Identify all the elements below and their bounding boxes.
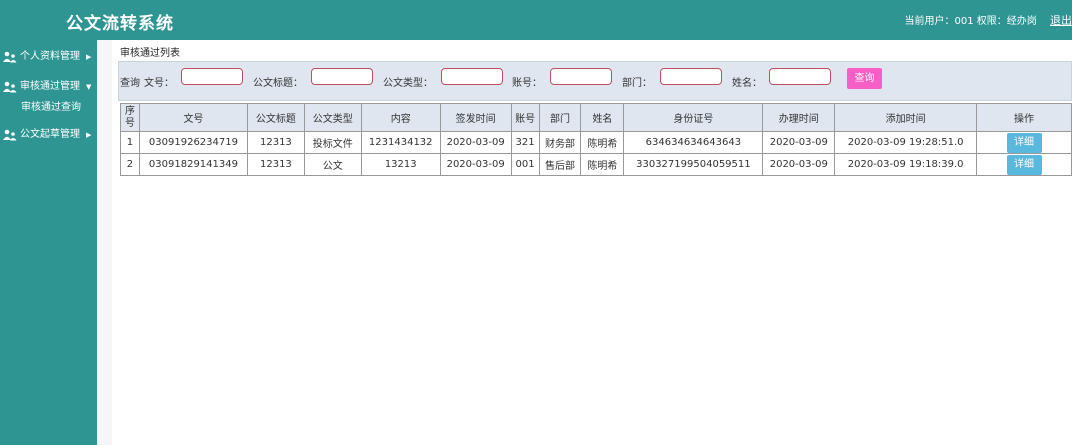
- column-header: 签发时间: [439, 103, 512, 132]
- name-input[interactable]: [769, 68, 831, 85]
- table-row: 2 03091829141349 12313 公文 13213 2020-03-…: [120, 153, 1072, 176]
- cell-account: 321: [510, 131, 540, 154]
- dept-label: 部门：: [622, 78, 652, 89]
- cell-no: 1: [120, 131, 140, 154]
- cell-name: 陈明希: [580, 131, 625, 154]
- column-header: 公文类型: [303, 103, 362, 132]
- main-content: 审核通过列表 查询 文号： 公文标题： 公文类型： 账号： 部门： 姓名： 查询…: [113, 40, 1072, 445]
- cell-account: 001: [510, 153, 540, 176]
- column-header: 账号: [510, 103, 540, 132]
- doc-type-input[interactable]: [441, 68, 503, 85]
- cell-issue-time: 2020-03-09: [439, 153, 512, 176]
- cell-name: 陈明希: [580, 153, 625, 176]
- cell-type: 投标文件: [303, 131, 362, 154]
- doc-no-label: 文号：: [144, 78, 174, 89]
- section-title: 审核通过列表: [120, 48, 180, 59]
- user-info-area: 当前用户：001 权限：经办岗 退出: [905, 12, 1072, 28]
- cell-handle-time: 2020-03-09: [762, 131, 836, 154]
- user-group-icon: [3, 81, 17, 93]
- cell-doc-no: 03091829141349: [138, 153, 248, 176]
- column-header: 公文标题: [246, 103, 305, 132]
- user-group-icon: [3, 129, 17, 141]
- cell-dept: 财务部: [538, 131, 582, 154]
- sidebar-gap: [97, 40, 112, 445]
- cell-doc-no: 03091926234719: [138, 131, 248, 154]
- column-header: 办理时间: [762, 103, 836, 132]
- results-table: 序号 文号 公文标题 公文类型 内容 签发时间 账号 部门 姓名 身份证号 办理…: [120, 103, 1072, 176]
- cell-title: 12313: [246, 153, 305, 176]
- table-header-row: 序号 文号 公文标题 公文类型 内容 签发时间 账号 部门 姓名 身份证号 办理…: [120, 103, 1072, 132]
- chevron-right-icon: ▶: [86, 131, 92, 139]
- column-header: 文号: [138, 103, 248, 132]
- table-row: 1 03091926234719 12313 投标文件 1231434132 2…: [120, 131, 1072, 154]
- cell-issue-time: 2020-03-09: [439, 131, 512, 154]
- cell-add-time: 2020-03-09 19:18:39.0: [834, 153, 978, 176]
- doc-type-label: 公文类型：: [383, 78, 433, 89]
- filter-bar: 查询 文号： 公文标题： 公文类型： 账号： 部门： 姓名： 查询: [118, 61, 1072, 101]
- doc-title-input[interactable]: [311, 68, 373, 85]
- column-header: 序号: [120, 103, 140, 132]
- sidebar-item-drafting[interactable]: 公文起草管理 ▶: [0, 126, 97, 144]
- column-header: 操作: [976, 103, 1072, 132]
- cell-id-card: 330327199504059511: [623, 153, 764, 176]
- doc-no-input[interactable]: [181, 68, 243, 85]
- sidebar-item-label: 公文起草管理: [20, 129, 80, 140]
- cell-action: 详细: [976, 153, 1072, 176]
- sidebar-item-personal-info[interactable]: 个人资料管理 ▶: [0, 48, 97, 66]
- top-bar: 公文流转系统 当前用户：001 权限：经办岗 退出: [0, 0, 1072, 40]
- sidebar-subitem-approval-query[interactable]: 审核通过查询: [21, 100, 81, 116]
- column-header: 姓名: [580, 103, 625, 132]
- cell-type: 公文: [303, 153, 362, 176]
- cell-title: 12313: [246, 131, 305, 154]
- doc-title-label: 公文标题：: [253, 78, 303, 89]
- cell-add-time: 2020-03-09 19:28:51.0: [834, 131, 978, 154]
- cell-content: 1231434132: [360, 131, 441, 154]
- cell-no: 2: [120, 153, 140, 176]
- sidebar-item-label: 审核通过管理: [20, 81, 80, 92]
- column-header: 部门: [538, 103, 582, 132]
- dept-input[interactable]: [660, 68, 722, 85]
- logout-link[interactable]: 退出: [1050, 14, 1072, 27]
- detail-button[interactable]: 详细: [1006, 154, 1042, 175]
- detail-button[interactable]: 详细: [1006, 132, 1042, 153]
- chevron-down-icon: ▼: [86, 83, 92, 91]
- chevron-right-icon: ▶: [86, 53, 92, 61]
- cell-action: 详细: [976, 131, 1072, 154]
- column-header: 内容: [360, 103, 441, 132]
- app-title: 公文流转系统: [66, 14, 174, 34]
- user-group-icon: [3, 51, 17, 63]
- account-label: 账号：: [512, 78, 542, 89]
- query-label: 查询: [120, 78, 140, 89]
- name-label: 姓名：: [732, 78, 762, 89]
- sidebar-item-label: 个人资料管理: [20, 51, 80, 62]
- cell-dept: 售后部: [538, 153, 582, 176]
- column-header: 添加时间: [834, 103, 978, 132]
- user-info: 当前用户：001 权限：经办岗: [904, 16, 1037, 27]
- account-input[interactable]: [550, 68, 612, 85]
- sidebar: 个人资料管理 ▶ 审核通过管理 ▼ 审核通过查询 公文起草管理 ▶: [0, 40, 97, 445]
- column-header: 身份证号: [623, 103, 764, 132]
- cell-handle-time: 2020-03-09: [762, 153, 836, 176]
- query-button[interactable]: 查询: [847, 68, 882, 89]
- cell-id-card: 634634634643643: [623, 131, 764, 154]
- sidebar-item-approval[interactable]: 审核通过管理 ▼: [0, 78, 97, 96]
- cell-content: 13213: [360, 153, 441, 176]
